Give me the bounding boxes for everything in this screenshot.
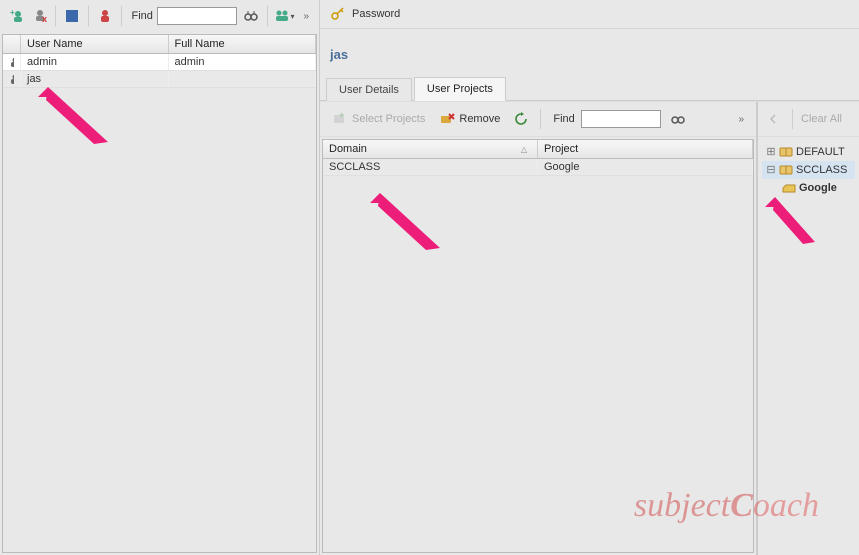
- key-icon: [330, 6, 346, 22]
- collapsed-icon: ⊞: [766, 144, 776, 160]
- binoculars-icon: [243, 8, 259, 24]
- refresh-button[interactable]: [510, 108, 532, 130]
- binoculars-icon: [670, 111, 686, 127]
- toolbar-separator: [55, 6, 56, 26]
- users-toolbar: + x Find ▾ »: [0, 0, 319, 32]
- remove-project-button[interactable]: Remove: [435, 109, 504, 129]
- toolbar-separator: [792, 109, 793, 129]
- users-table-icon-col[interactable]: [3, 35, 21, 53]
- stop-button[interactable]: [62, 5, 82, 27]
- tab-strip: User Details User Projects: [320, 76, 859, 101]
- stop-icon: [64, 8, 80, 24]
- select-projects-label: Select Projects: [352, 113, 425, 125]
- select-projects-button[interactable]: + Select Projects: [328, 109, 429, 129]
- chevron-left-icon: [767, 113, 779, 125]
- projects-overflow-chevron[interactable]: »: [734, 114, 748, 125]
- tab-user-details[interactable]: User Details: [326, 78, 412, 101]
- user-row-fullname: admin: [169, 54, 317, 70]
- tree-node-default[interactable]: ⊞ DEFAULT: [762, 143, 855, 161]
- selected-user-heading: jas: [320, 29, 859, 76]
- tree-node-label: Google: [799, 180, 837, 196]
- toolbar-separator: [88, 6, 89, 26]
- find-button[interactable]: [241, 5, 261, 27]
- password-toolbar: Password: [320, 0, 859, 29]
- user-profile-button[interactable]: [95, 5, 115, 27]
- person-icon: [9, 73, 14, 85]
- projects-find-button[interactable]: [667, 108, 689, 130]
- projects-find-label: Find: [553, 113, 574, 125]
- domain-icon: [779, 164, 793, 176]
- svg-text:+: +: [339, 111, 344, 120]
- expanded-icon: ⊟: [766, 162, 776, 178]
- find-label: Find: [131, 10, 152, 22]
- delete-user-button[interactable]: x: [30, 5, 50, 27]
- projects-toolbar: + Select Projects Remove Find: [320, 102, 756, 137]
- tree-left-button[interactable]: [762, 108, 784, 130]
- clear-all-button[interactable]: Clear All: [801, 113, 842, 125]
- tree-toolbar: Clear All: [758, 102, 859, 137]
- projects-header-domain[interactable]: Domain △: [323, 140, 538, 158]
- user-row-username: jas: [21, 71, 169, 87]
- toolbar-separator: [540, 109, 541, 129]
- svg-text:x: x: [42, 14, 47, 24]
- tree-node-google[interactable]: Google: [762, 179, 855, 197]
- project-icon: [782, 182, 796, 194]
- table-row[interactable]: SCCLASS Google: [323, 159, 753, 176]
- projects-table: Domain △ Project SCCLASS Google: [322, 139, 754, 553]
- project-row-project: Google: [538, 159, 753, 175]
- find-input[interactable]: [157, 7, 237, 25]
- user-row-fullname: [169, 71, 317, 87]
- add-user-icon: +: [8, 8, 24, 24]
- project-row-domain: SCCLASS: [323, 159, 538, 175]
- toolbar-separator: [121, 6, 122, 26]
- toolbar-separator: [267, 6, 268, 26]
- sort-asc-icon: △: [521, 145, 531, 154]
- svg-text:+: +: [10, 8, 15, 17]
- users-table-header-fullname[interactable]: Full Name: [169, 35, 317, 53]
- delete-user-icon: x: [32, 8, 48, 24]
- domain-tree: ⊞ DEFAULT ⊟ SCCLASS Google: [758, 137, 859, 203]
- remove-project-icon: [439, 111, 455, 127]
- users-table-header-username[interactable]: User Name: [21, 35, 169, 53]
- tree-node-label: SCCLASS: [796, 162, 847, 178]
- user-row-username: admin: [21, 54, 169, 70]
- group-icon: [274, 8, 290, 24]
- table-row[interactable]: admin admin: [3, 54, 316, 71]
- user-row-icon: [3, 54, 21, 70]
- tab-user-projects[interactable]: User Projects: [414, 77, 506, 101]
- add-user-button[interactable]: +: [6, 5, 26, 27]
- password-label[interactable]: Password: [352, 8, 400, 20]
- user-red-icon: [97, 8, 113, 24]
- select-projects-icon: +: [332, 111, 348, 127]
- refresh-icon: [513, 111, 529, 127]
- overflow-chevron[interactable]: »: [299, 11, 313, 22]
- users-table: User Name Full Name admin admin jas: [2, 34, 317, 553]
- remove-project-label: Remove: [459, 113, 500, 125]
- person-icon: [9, 56, 14, 68]
- tree-node-label: DEFAULT: [796, 144, 845, 160]
- group-menu-button[interactable]: ▾: [273, 5, 295, 27]
- domain-icon: [779, 146, 793, 158]
- user-row-icon: [3, 71, 21, 87]
- tree-node-scclass[interactable]: ⊟ SCCLASS: [762, 161, 855, 179]
- projects-find-input[interactable]: [581, 110, 661, 128]
- projects-header-project[interactable]: Project: [538, 140, 753, 158]
- table-row[interactable]: jas: [3, 71, 316, 88]
